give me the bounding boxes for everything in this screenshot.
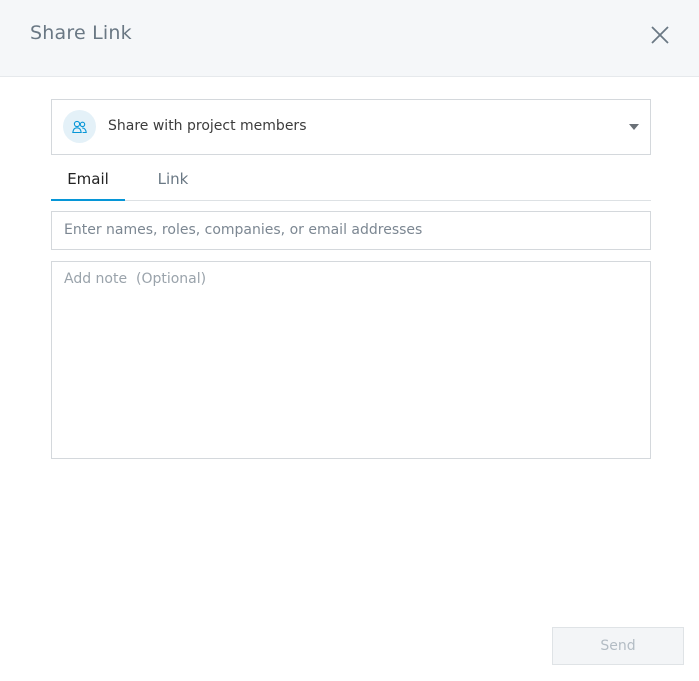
tab-email[interactable]: Email [51, 165, 125, 201]
close-icon [651, 26, 669, 44]
caret-down-icon [629, 124, 639, 130]
share-tabs: Email Link [51, 165, 651, 201]
recipients-input[interactable] [52, 212, 651, 247]
dialog-title: Share Link [30, 22, 132, 44]
tab-link[interactable]: Link [139, 165, 207, 199]
share-link-dialog: Share Link Share with project members Em… [0, 0, 699, 681]
close-button[interactable] [648, 23, 672, 47]
dialog-header: Share Link [0, 0, 699, 77]
share-scope-select[interactable]: Share with project members [51, 99, 651, 155]
note-field [51, 261, 651, 460]
share-scope-label: Share with project members [108, 118, 307, 134]
recipients-field [51, 211, 651, 250]
users-avatar [63, 110, 96, 143]
send-button[interactable]: Send [552, 627, 684, 665]
users-icon [72, 120, 87, 134]
note-textarea[interactable] [52, 262, 650, 460]
